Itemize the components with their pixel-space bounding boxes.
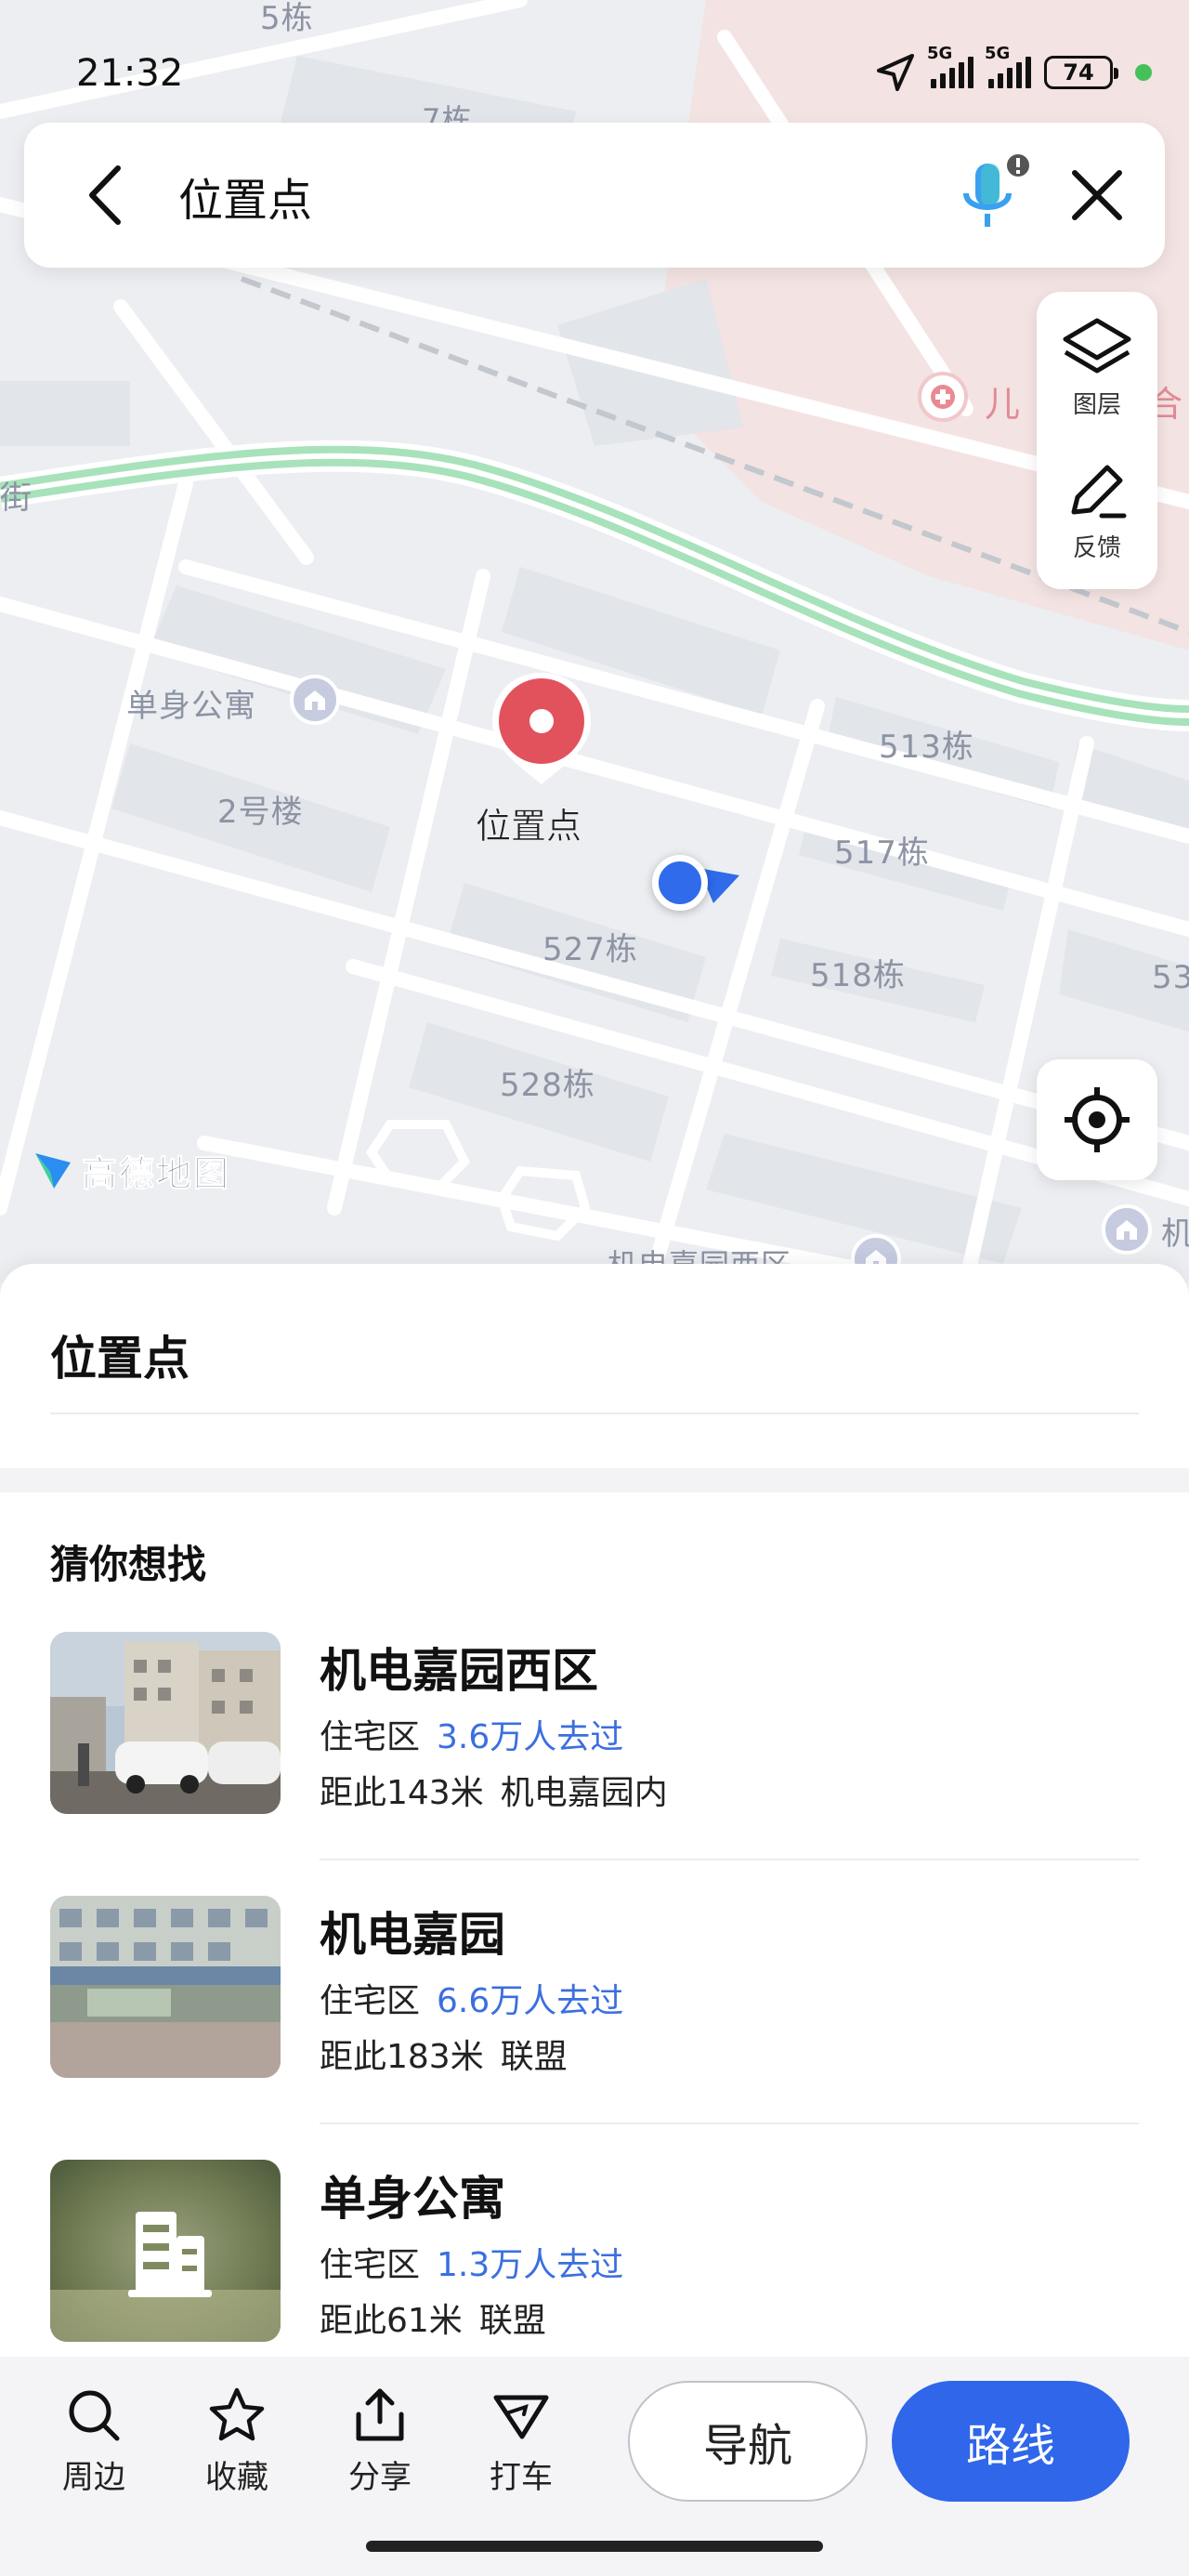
location-arrow-icon [877,54,914,91]
map-label-527: 527栋 [542,931,638,968]
poi-distance-line: 距此183米 联盟 [320,2030,568,2078]
poi-distance: 距此143米 [320,1774,484,1812]
search-bar[interactable]: 位置点 [24,123,1165,268]
home-indicator[interactable] [366,2541,823,2552]
map-label-5: 5栋 [260,0,314,37]
poi-thumbnail [50,2160,281,2342]
taxi-label: 打车 [490,2459,553,2496]
poi-distance-line: 距此61米 联盟 [320,2293,546,2342]
status-icons: 5G 5G 74 [875,44,1152,93]
battery-icon: 74 [1044,56,1118,89]
share-icon [356,2388,404,2441]
amap-logo: 高德地图 [32,1145,230,1196]
poi-meta: 住宅区 1.3万人去过 [320,2238,623,2286]
taxi-button[interactable]: 打车 [470,2386,572,2497]
status-time: 21:32 [76,52,184,95]
section-separator [0,1468,1189,1492]
edit-pen-icon [1071,465,1127,518]
poi-meta: 住宅区 3.6万人去过 [320,1710,623,1758]
nearby-label: 周边 [62,2459,125,2496]
nearby-button[interactable]: 周边 [43,2386,145,2497]
map-label-street: 街 [0,480,33,517]
feedback-label: 反馈 [1072,533,1121,562]
poi-location-note: 联盟 [500,2038,568,2076]
signal-icon: 5G [985,44,1031,88]
amap-logo-text: 高德地图 [81,1153,231,1195]
layers-icon [1063,318,1131,373]
map-label-53x: 53 [1152,959,1189,996]
layers-label: 图层 [1072,390,1121,419]
map-label-528: 528栋 [500,1067,595,1104]
crosshair-icon [1065,1087,1130,1152]
back-button[interactable] [72,160,137,230]
layers-button[interactable]: 图层 [1037,297,1157,437]
poi-category: 住宅区 [320,1982,421,2020]
poi-thumbnail [50,1896,281,2078]
poi-distance: 距此61米 [320,2302,463,2340]
privacy-indicator [1135,64,1152,81]
poi-visits: 3.6万人去过 [437,1718,624,1756]
star-icon [209,2387,265,2441]
poi-thumbnail [50,1632,281,1814]
residential-icon[interactable] [1102,1204,1152,1255]
map-label-building-2: 2号楼 [217,794,304,831]
poi-category: 住宅区 [320,1718,421,1756]
network-label: 5G [927,44,953,63]
map-label-right-edge: 机 [1161,1216,1189,1253]
map-label-518: 518栋 [810,957,906,994]
location-pin-icon[interactable] [487,669,596,788]
poi-name: 机电嘉园西区 [320,1644,598,1698]
hospital-icon[interactable] [918,372,968,422]
signal-icon: 5G [927,44,973,88]
map-tools: 图层 反馈 [1037,292,1157,589]
map-label-hospital: 儿 [985,384,1022,425]
search-icon [69,2390,120,2441]
poi-distance: 距此183米 [320,2038,484,2076]
poi-name: 单身公寓 [320,2172,505,2226]
amap-logo-icon [35,1152,71,1189]
feedback-button[interactable]: 反馈 [1037,440,1157,580]
map-view[interactable]: 街 5栋 7栋 儿 综合 单身公寓 2号楼 513栋 517栋 527栋 518… [0,0,1189,1282]
poi-visits: 1.3万人去过 [437,2246,624,2284]
share-label: 分享 [348,2459,412,2496]
divider [50,1413,1139,1414]
poi-category: 住宅区 [320,2246,421,2284]
pin-label: 位置点 [476,806,582,848]
favorite-button[interactable]: 收藏 [186,2386,288,2497]
poi-distance-line: 距此143米 机电嘉园内 [320,1766,668,1814]
divider [320,1859,1139,1860]
map-label-danshen: 单身公寓 [126,688,256,725]
poi-visits: 6.6万人去过 [437,1982,624,2020]
poi-location-note: 联盟 [478,2302,546,2340]
residential-icon[interactable] [290,675,340,725]
taxi-icon [493,2395,549,2439]
map-label-513: 513栋 [879,729,974,766]
locate-me-button[interactable] [1037,1059,1157,1180]
current-location-dot [652,855,708,911]
route-button[interactable]: 路线 [892,2381,1130,2502]
list-item[interactable]: 机电嘉园西区 住宅区 3.6万人去过 距此143米 机电嘉园内 [0,1632,1189,1896]
close-button[interactable] [1055,156,1139,234]
list-item[interactable]: 机电嘉园 住宅区 6.6万人去过 距此183米 联盟 [0,1896,1189,2160]
poi-name: 机电嘉园 [320,1908,505,1962]
map-label-517: 517栋 [834,835,930,872]
divider [320,2123,1139,2124]
place-title: 位置点 [50,1332,189,1386]
close-icon [1072,170,1122,220]
navigate-button[interactable]: 导航 [628,2381,868,2502]
poi-meta: 住宅区 6.6万人去过 [320,1974,623,2022]
microphone-icon[interactable] [953,147,1037,240]
poi-location-note: 机电嘉园内 [500,1774,668,1812]
network-label: 5G [985,44,1011,63]
share-button[interactable]: 分享 [329,2386,431,2497]
chevron-left-icon [89,165,121,225]
section-title: 猜你想找 [50,1542,207,1587]
battery-level: 74 [1063,59,1094,85]
search-input[interactable]: 位置点 [178,164,312,229]
favorite-label: 收藏 [205,2459,268,2496]
